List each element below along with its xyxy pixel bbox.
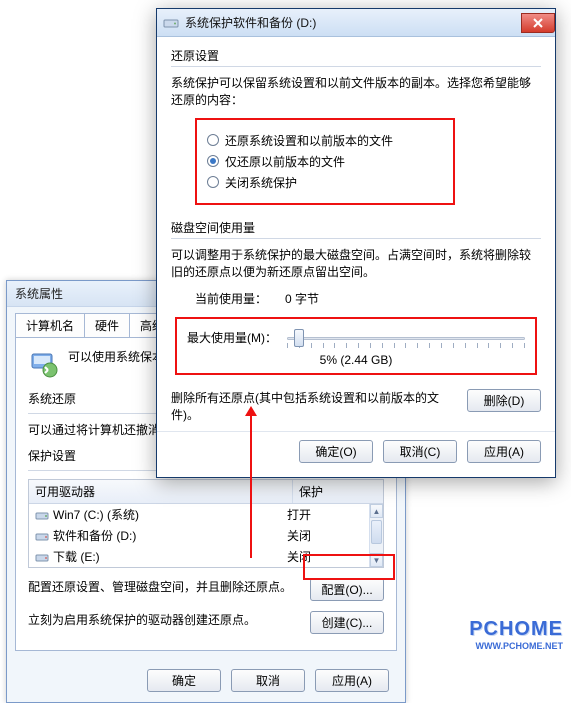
radio-icon bbox=[207, 155, 219, 167]
drive-icon bbox=[163, 15, 179, 31]
config-desc: 配置还原设置、管理磁盘空间，并且删除还原点。 bbox=[28, 578, 298, 595]
col-drive[interactable]: 可用驱动器 bbox=[29, 480, 293, 503]
drive-icon bbox=[35, 508, 49, 522]
table-row[interactable]: Win7 (C:) (系统) 打开 bbox=[29, 504, 383, 525]
radio-label: 还原系统设置和以前版本的文件 bbox=[225, 132, 393, 149]
system-protection-config-dialog: 系统保护软件和备份 (D:) 还原设置 系统保护可以保留系统设置和以前文件版本的… bbox=[156, 8, 556, 478]
window-title: 系统保护软件和备份 (D:) bbox=[185, 14, 316, 31]
delete-desc: 删除所有还原点(其中包括系统设置和以前版本的文件)。 bbox=[171, 389, 455, 423]
cancel-button[interactable]: 取消 bbox=[231, 669, 305, 692]
tab-hardware[interactable]: 硬件 bbox=[84, 313, 130, 337]
radio-group: 还原系统设置和以前版本的文件 仅还原以前版本的文件 关闭系统保护 bbox=[195, 118, 455, 205]
restore-desc: 系统保护可以保留系统设置和以前文件版本的副本。选择您希望能够还原的内容： bbox=[171, 75, 541, 110]
current-usage-value: 0 字节 bbox=[285, 290, 319, 307]
create-desc: 立刻为启用系统保护的驱动器创建还原点。 bbox=[28, 611, 298, 628]
max-usage-value: 5% (2.44 GB) bbox=[187, 353, 525, 367]
create-button[interactable]: 创建(C)... bbox=[310, 611, 384, 634]
apply-button[interactable]: 应用(A) bbox=[315, 669, 389, 692]
max-usage-box: 最大使用量(M)： 5% (2.44 GB) bbox=[175, 317, 537, 375]
drive-icon bbox=[35, 529, 49, 543]
ok-button[interactable]: 确定 bbox=[147, 669, 221, 692]
configure-button[interactable]: 配置(O)... bbox=[310, 578, 384, 601]
radio-icon bbox=[207, 176, 219, 188]
drive-state: 关闭 bbox=[287, 548, 377, 565]
titlebar[interactable]: 系统保护软件和备份 (D:) bbox=[157, 9, 555, 37]
watermark: PCHOME WWW.PCHOME.NET bbox=[469, 618, 563, 651]
disk-desc: 可以调整用于系统保护的最大磁盘空间。占满空间时，系统将删除较旧的还原点以便为新还… bbox=[171, 247, 541, 282]
table-row[interactable]: 软件和备份 (D:) 关闭 bbox=[29, 525, 383, 546]
max-usage-slider[interactable] bbox=[287, 327, 525, 349]
drive-state: 打开 bbox=[287, 506, 377, 523]
drives-table: 可用驱动器 保护 Win7 (C:) (系统) 打开 软件和备份 (D:) 关闭… bbox=[28, 479, 384, 568]
system-protection-icon bbox=[28, 348, 60, 380]
scrollbar[interactable]: ▲ ▼ bbox=[369, 504, 383, 567]
apply-button[interactable]: 应用(A) bbox=[467, 440, 541, 463]
drive-name: Win7 (C:) (系统) bbox=[53, 506, 139, 523]
drive-state: 关闭 bbox=[287, 527, 377, 544]
scroll-thumb[interactable] bbox=[371, 520, 382, 544]
delete-button[interactable]: 删除(D) bbox=[467, 389, 541, 412]
radio-icon bbox=[207, 134, 219, 146]
drive-icon bbox=[35, 550, 49, 564]
tab-computer-name[interactable]: 计算机名 bbox=[15, 313, 85, 337]
ok-button[interactable]: 确定(O) bbox=[299, 440, 373, 463]
scroll-down-icon[interactable]: ▼ bbox=[370, 553, 383, 567]
close-button[interactable] bbox=[521, 13, 555, 33]
scroll-up-icon[interactable]: ▲ bbox=[370, 504, 383, 518]
cancel-button[interactable]: 取消(C) bbox=[383, 440, 457, 463]
slider-thumb[interactable] bbox=[294, 329, 304, 347]
col-protect[interactable]: 保护 bbox=[293, 480, 383, 503]
radio-label: 仅还原以前版本的文件 bbox=[225, 153, 345, 170]
drive-name: 软件和备份 (D:) bbox=[53, 527, 136, 544]
drives-header: 可用驱动器 保护 bbox=[29, 480, 383, 504]
dialog-footer: 确定 取消 应用(A) bbox=[7, 659, 405, 702]
max-usage-label: 最大使用量(M)： bbox=[187, 329, 277, 346]
radio-option-restore-files[interactable]: 仅还原以前版本的文件 bbox=[207, 153, 443, 170]
drive-name: 下载 (E:) bbox=[53, 548, 100, 565]
radio-label: 关闭系统保护 bbox=[225, 174, 297, 191]
radio-option-disable[interactable]: 关闭系统保护 bbox=[207, 174, 443, 191]
section-disk-usage: 磁盘空间使用量 bbox=[171, 219, 541, 236]
radio-option-restore-all[interactable]: 还原系统设置和以前版本的文件 bbox=[207, 132, 443, 149]
table-row[interactable]: 下载 (E:) 关闭 bbox=[29, 546, 383, 567]
current-usage-label: 当前使用量： bbox=[195, 290, 285, 307]
section-restore-settings: 还原设置 bbox=[171, 47, 541, 64]
dialog-footer: 确定(O) 取消(C) 应用(A) bbox=[157, 431, 555, 477]
